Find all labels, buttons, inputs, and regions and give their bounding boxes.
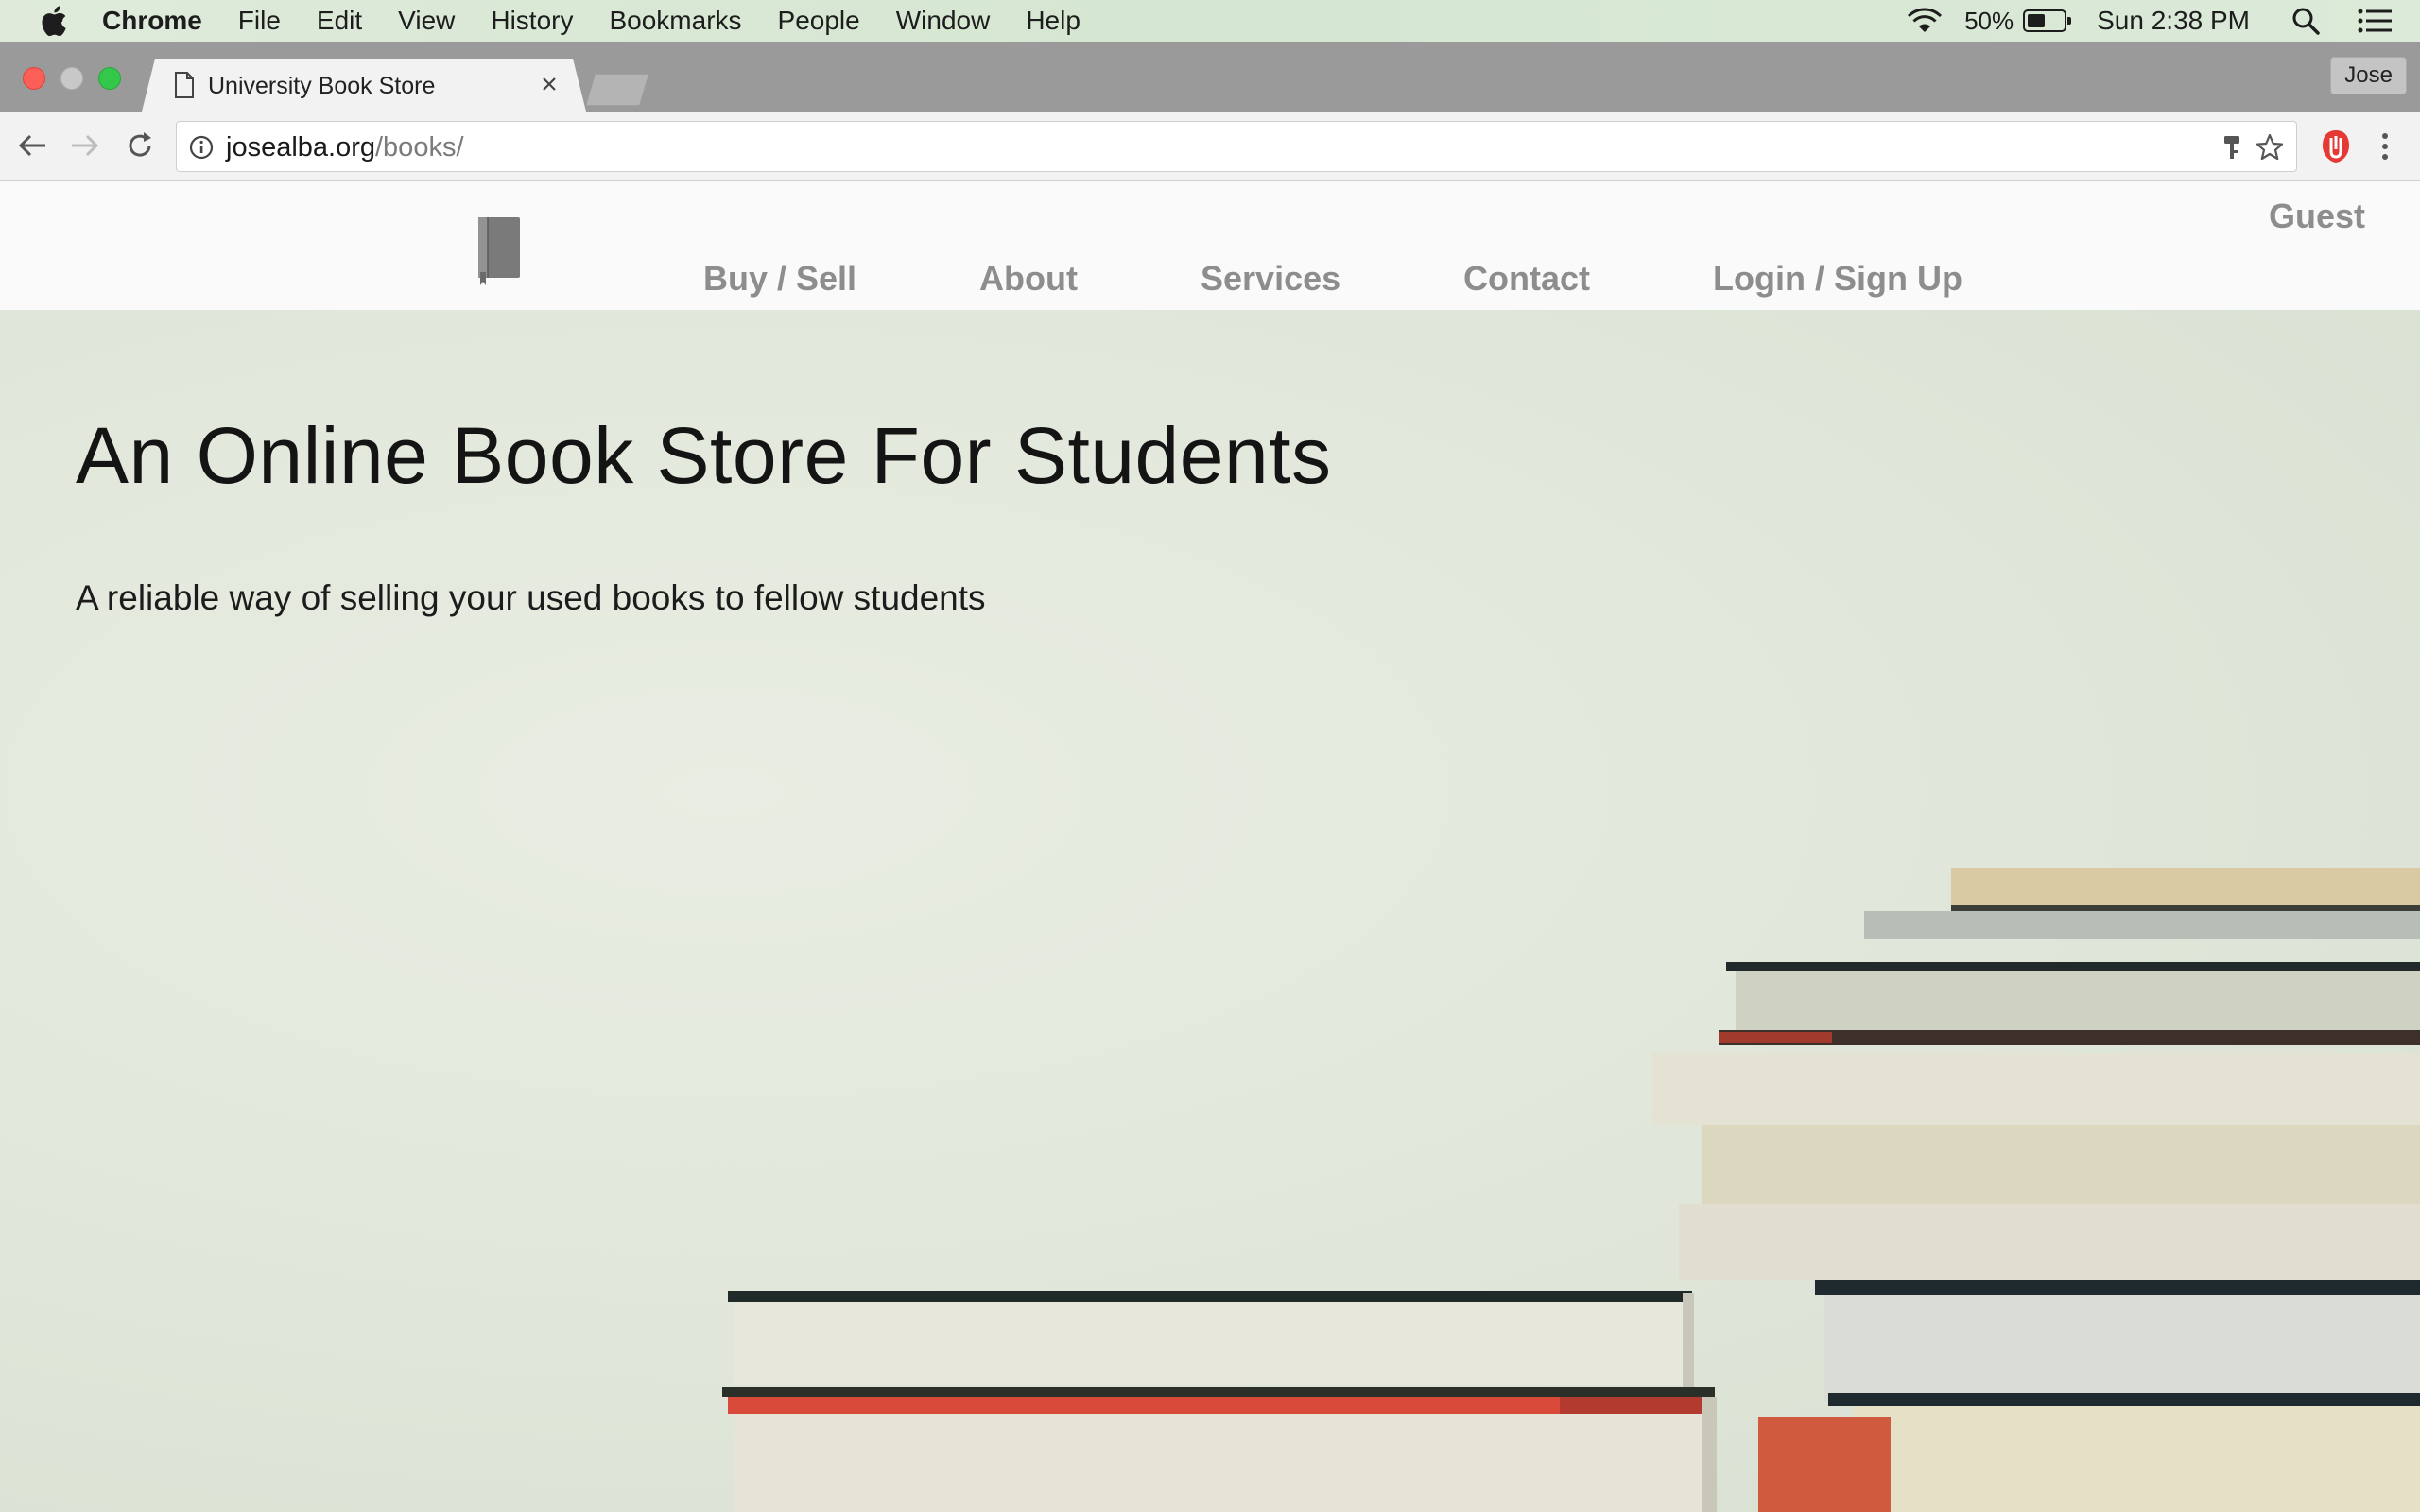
url-text[interactable]: josealba.org/books/ [226,132,464,163]
bookmark-star-icon[interactable] [2255,132,2285,163]
web-page: Buy / Sell About Services Contact Login … [0,181,2420,1512]
nav-about[interactable]: About [979,259,1078,299]
menu-window[interactable]: Window [896,6,991,36]
nav-services[interactable]: Services [1201,259,1340,299]
hero-section: An Online Book Store For Students A reli… [0,310,2420,1512]
battery-fill [2028,14,2046,27]
mac-menu-bar: Chrome File Edit View History Bookmarks … [0,0,2420,42]
browser-toolbar: josealba.org/books/ [0,112,2420,181]
nav-contact[interactable]: Contact [1463,259,1590,299]
wifi-icon[interactable] [1906,7,1944,35]
page-icon [174,72,195,98]
new-tab-button[interactable] [586,74,648,106]
menu-bookmarks[interactable]: Bookmarks [609,6,741,36]
apple-icon[interactable] [38,4,68,38]
url-host: josealba.org [226,132,375,163]
menu-help[interactable]: Help [1026,6,1080,36]
address-bar[interactable]: josealba.org/books/ [176,121,2297,172]
menu-file[interactable]: File [238,6,281,36]
menu-edit[interactable]: Edit [317,6,362,36]
menu-app-name[interactable]: Chrome [102,6,202,36]
battery-icon[interactable] [2023,9,2072,32]
nav-login-signup[interactable]: Login / Sign Up [1713,259,1962,299]
site-header: Buy / Sell About Services Contact Login … [0,181,2420,310]
window-close-button[interactable] [23,67,45,90]
menu-view[interactable]: View [398,6,455,36]
reload-icon[interactable] [123,129,157,163]
battery-percent: 50% [1964,6,2014,35]
menu-history[interactable]: History [491,6,573,36]
menu-people[interactable]: People [778,6,860,36]
url-path: /books/ [375,132,464,163]
tab-university-book-store[interactable]: University Book Store [142,59,586,112]
tab-title: University Book Store [208,73,436,99]
hero-title: An Online Book Store For Students [76,411,1332,500]
profile-button[interactable]: Jose [2330,57,2407,94]
window-minimize-button[interactable] [60,67,83,90]
hero-subtitle: A reliable way of selling your used book… [76,578,986,617]
user-label[interactable]: Guest [2269,197,2365,236]
extension-icon[interactable] [2320,129,2352,164]
notification-center-icon[interactable] [2358,9,2392,33]
spotlight-search-icon[interactable] [2291,7,2320,35]
book-logo-icon[interactable] [473,215,524,285]
key-icon[interactable] [2221,133,2243,162]
window-maximize-button[interactable] [98,67,121,90]
info-icon[interactable] [188,134,215,161]
clock[interactable]: Sun 2:38 PM [2097,6,2250,36]
back-arrow-icon[interactable] [15,129,49,163]
tab-strip: University Book Store Jose [0,42,2420,112]
nav-buy-sell[interactable]: Buy / Sell [703,259,856,299]
tab-close-icon[interactable] [539,74,560,94]
status-area: 50% Sun 2:38 PM [1906,0,2392,42]
chrome-menu-icon[interactable] [2373,129,2397,164]
app-menu: Chrome File Edit View History Bookmarks … [102,0,1116,42]
forward-arrow-icon[interactable] [68,129,102,163]
